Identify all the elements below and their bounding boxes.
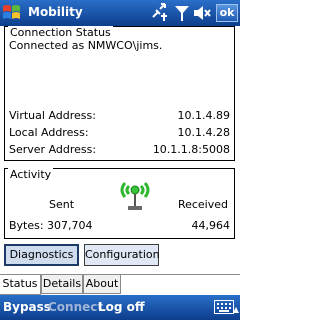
virtual-address-row: Virtual Address: 10.1.4.89 xyxy=(9,109,230,122)
connect-softkey[interactable]: Connect xyxy=(48,300,103,314)
bytes-row: Bytes: 307,704 44,964 xyxy=(9,219,230,232)
keyboard-icon[interactable] xyxy=(214,300,234,314)
connection-status-text: Connected as NMWCO\jims. xyxy=(9,39,163,52)
connection-status-title: Connection Status xyxy=(8,26,113,39)
input-menu-arrow-icon[interactable]: ▲ xyxy=(233,305,239,314)
tab-about[interactable]: About xyxy=(83,275,121,294)
title-bar: Mobility ok xyxy=(0,0,240,26)
local-address-value: 10.1.4.28 xyxy=(177,126,230,139)
server-address-row: Server Address: 10.1.1.8:5008 xyxy=(9,143,230,156)
tab-details[interactable]: Details xyxy=(41,275,83,294)
tab-status[interactable]: Status xyxy=(0,275,41,295)
signal-icon[interactable] xyxy=(172,3,192,23)
windows-logo-icon[interactable] xyxy=(2,2,22,22)
ok-button[interactable]: ok xyxy=(216,4,238,22)
bypass-softkey[interactable]: Bypass xyxy=(3,300,51,314)
connection-status-group: Connection Status Connected as NMWCO\jim… xyxy=(4,26,235,161)
bytes-sent-value: 307,704 xyxy=(47,219,93,232)
diagnostics-button[interactable]: Diagnostics xyxy=(4,244,79,266)
configuration-button[interactable]: Configuration xyxy=(84,244,160,266)
bytes-received-value: 44,964 xyxy=(191,219,231,232)
received-label: Received xyxy=(177,198,228,211)
sent-label: Sent xyxy=(49,198,75,211)
soft-key-bar: Bypass Connect Log off ▲ xyxy=(0,295,240,320)
server-address-value: 10.1.1.8:5008 xyxy=(152,143,230,156)
virtual-address-value: 10.1.4.89 xyxy=(177,109,230,122)
virtual-address-label: Virtual Address: xyxy=(9,109,96,122)
app-title: Mobility xyxy=(28,5,83,19)
volume-icon[interactable] xyxy=(192,3,212,23)
activity-antenna-icon xyxy=(120,182,150,210)
server-address-label: Server Address: xyxy=(9,143,97,156)
tab-bar: Status Details About xyxy=(0,274,240,295)
connectivity-icon[interactable] xyxy=(150,3,170,23)
activity-group: Activity Sent Received Bytes: 307,704 44… xyxy=(4,168,235,239)
bytes-label: Bytes: xyxy=(9,219,44,232)
local-address-label: Local Address: xyxy=(9,126,89,139)
logoff-softkey[interactable]: Log off xyxy=(98,300,145,314)
local-address-row: Local Address: 10.1.4.28 xyxy=(9,126,230,139)
activity-title: Activity xyxy=(8,168,54,181)
